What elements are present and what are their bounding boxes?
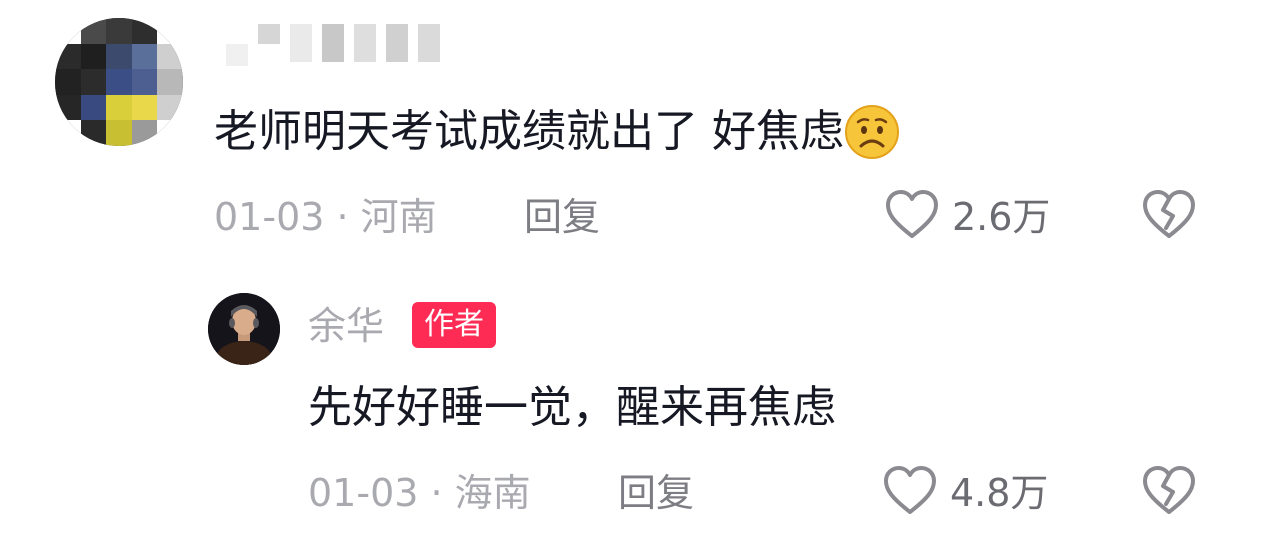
pixelated-avatar-image: [55, 18, 183, 146]
author-portrait-image: [208, 293, 280, 365]
reply-date-location: 01-03 · 海南: [308, 471, 531, 515]
heart-like-icon[interactable]: [884, 188, 940, 242]
reply-button[interactable]: 回复: [524, 192, 600, 242]
reply-text: 先好好睡一觉，醒来再焦虑: [308, 382, 836, 433]
comment-body: 老师明天考试成绩就出了 好焦虑: [214, 104, 900, 160]
worried-face-icon: [845, 105, 899, 159]
author-username[interactable]: 余华: [308, 302, 384, 350]
author-avatar[interactable]: [208, 293, 280, 365]
like-count: 2.6万: [952, 195, 1051, 239]
heart-like-icon-2[interactable]: [882, 464, 938, 518]
reply-button-2[interactable]: 回复: [618, 468, 694, 518]
broken-heart-dislike-icon[interactable]: [1141, 188, 1197, 242]
broken-heart-dislike-icon-2[interactable]: [1141, 464, 1197, 518]
comment-date-location: 01-03 · 河南: [214, 195, 437, 239]
comment-text: 老师明天考试成绩就出了 好焦虑: [214, 106, 844, 157]
author-badge: 作者: [412, 302, 496, 348]
commenter-avatar[interactable]: [55, 18, 183, 146]
commenter-username-blurred[interactable]: [226, 24, 440, 70]
like-count-2: 4.8万: [950, 471, 1049, 515]
